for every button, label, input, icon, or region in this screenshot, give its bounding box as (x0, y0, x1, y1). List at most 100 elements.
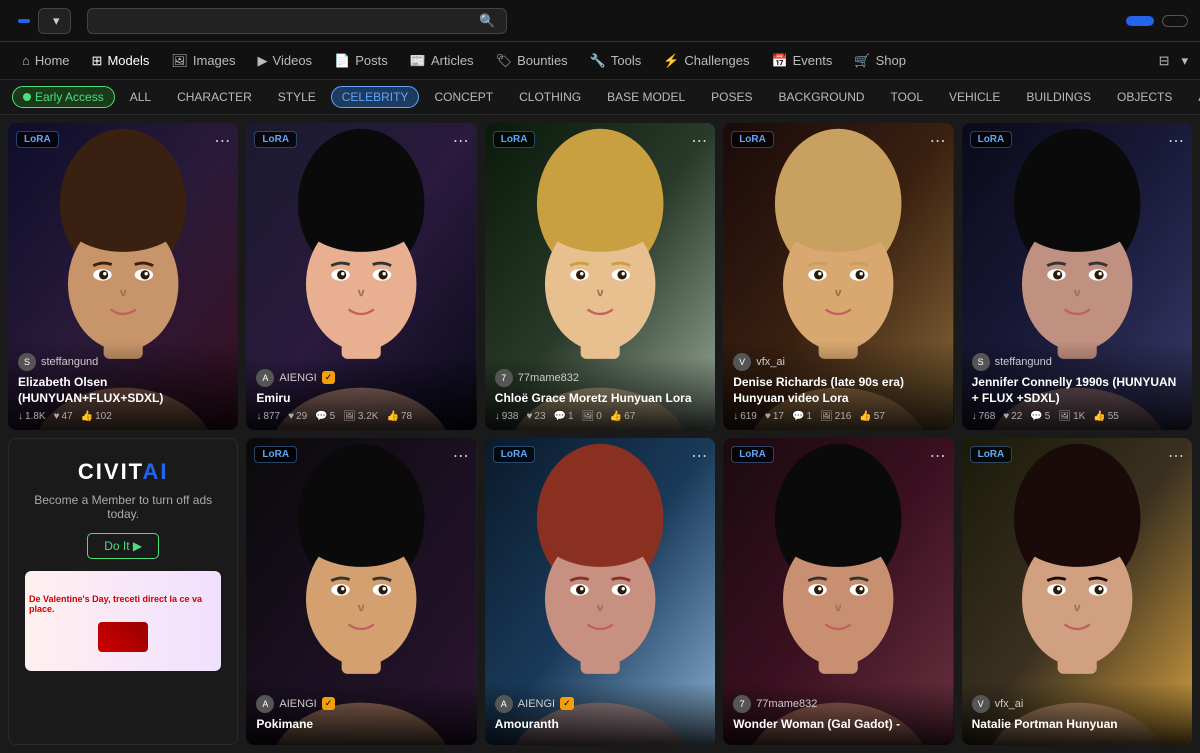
nav-item-articles[interactable]: 📰Articles (400, 49, 484, 73)
model-card-card-4[interactable]: LoRA ⋯ V vfx_ai Denise Richards (late 90… (723, 123, 953, 430)
model-card-card-5[interactable]: LoRA ⋯ S steffangund Jennifer Connelly 1… (962, 123, 1192, 430)
like-stat: ♥23 (526, 411, 545, 422)
events-icon: 📅 (771, 53, 787, 69)
card-author-card-6: A AIENGI ✓ (256, 695, 466, 713)
nav-item-images[interactable]: 🖼Images (161, 49, 245, 73)
card-menu-button[interactable]: ⋯ (691, 446, 707, 466)
card-bottom-card-4: V vfx_ai Denise Richards (late 90s era) … (723, 341, 953, 430)
filter-tag-concept[interactable]: CONCEPT (423, 86, 504, 108)
model-select-dropdown[interactable]: ▾ (38, 8, 71, 34)
card-menu-button[interactable]: ⋯ (691, 131, 707, 151)
logo[interactable] (12, 19, 30, 23)
tag-label-tool: TOOL (891, 90, 923, 104)
nav-item-models[interactable]: ⊞Models (82, 49, 160, 73)
tag-label-objects: OBJECTS (1117, 90, 1172, 104)
filter-tag-tool[interactable]: TOOL (880, 86, 934, 108)
card-bottom-card-8: 7 77mame832 Wonder Woman (Gal Gadot) - (723, 683, 953, 746)
card-lora-badge: LoRA (970, 446, 1013, 463)
model-card-card-2[interactable]: LoRA ⋯ A AIENGI ✓ Emiru ↓877 ♥29 💬5 🖼3.2… (246, 123, 476, 430)
card-author-card-3: 7 77mame832 (495, 369, 705, 387)
card-menu-button[interactable]: ⋯ (453, 131, 469, 151)
filter-tag-animal[interactable]: ANIMAL (1187, 86, 1200, 108)
search-icon[interactable]: 🔍 (479, 13, 495, 29)
filter-tag-background[interactable]: BACKGROUND (768, 86, 876, 108)
nav-item-videos[interactable]: ▶Videos (248, 49, 323, 73)
card-author-card-1: S steffangund (18, 353, 228, 371)
like-count: 17 (773, 411, 784, 422)
model-card-card-1[interactable]: LoRA ⋯ S steffangund Elizabeth Olsen (HU… (8, 123, 238, 430)
like-stat: ♥29 (288, 411, 307, 422)
like-icon: ♥ (54, 411, 60, 422)
filter-tag-early-access[interactable]: Early Access (12, 86, 115, 108)
verified-badge: ✓ (560, 697, 574, 710)
filter-tag-clothing[interactable]: CLOTHING (508, 86, 592, 108)
comment-stat: 💬1 (792, 411, 812, 422)
rating-count: 55 (1108, 411, 1119, 422)
nav-item-shop[interactable]: 🛒Shop (844, 49, 916, 73)
ad-do-it-button[interactable]: Do It ▶ (87, 533, 159, 559)
model-card-card-6[interactable]: LoRA ⋯ A AIENGI ✓ Pokimane (246, 438, 476, 745)
author-name: steffangund (995, 356, 1052, 368)
card-menu-button[interactable]: ⋯ (214, 131, 230, 151)
nav-label-posts: Posts (355, 53, 388, 68)
nav-item-tools[interactable]: 🔧Tools (580, 49, 652, 73)
card-bottom-card-1: S steffangund Elizabeth Olsen (HUNYUAN+F… (8, 341, 238, 430)
filter-tag-style[interactable]: STYLE (267, 86, 327, 108)
like-count: 29 (296, 411, 307, 422)
card-lora-badge: LoRA (254, 446, 297, 463)
author-avatar: V (972, 695, 990, 713)
thumbs-up-icon: 👍 (610, 411, 622, 422)
card-author-card-2: A AIENGI ✓ (256, 369, 466, 387)
search-input[interactable] (98, 13, 460, 28)
card-menu-button[interactable]: ⋯ (1168, 131, 1184, 151)
filter-tag-objects[interactable]: OBJECTS (1106, 86, 1183, 108)
author-name: vfx_ai (995, 698, 1024, 710)
rating-stat: 👍102 (81, 411, 112, 422)
model-card-card-8[interactable]: LoRA ⋯ 7 77mame832 Wonder Woman (Gal Gad… (723, 438, 953, 745)
filter-tag-character[interactable]: CHARACTER (166, 86, 263, 108)
download-icon: ↓ (495, 411, 500, 422)
sort-filter[interactable]: ⊟ ▾ (1159, 53, 1188, 69)
comment-icon: 💬 (792, 411, 804, 422)
card-menu-button[interactable]: ⋯ (453, 446, 469, 466)
nav-item-events[interactable]: 📅Events (761, 49, 842, 73)
filter-tag-buildings[interactable]: BUILDINGS (1015, 86, 1102, 108)
nav-label-bounties: Bounties (517, 53, 568, 68)
model-card-card-9[interactable]: LoRA ⋯ V vfx_ai Natalie Portman Hunyuan (962, 438, 1192, 745)
nav-label-shop: Shop (876, 53, 906, 68)
sign-in-button[interactable] (1162, 15, 1188, 27)
author-avatar: S (972, 353, 990, 371)
card-menu-button[interactable]: ⋯ (1168, 446, 1184, 466)
like-icon: ♥ (765, 411, 771, 422)
rating-count: 78 (401, 411, 412, 422)
create-button[interactable] (1126, 16, 1154, 26)
author-avatar: A (256, 695, 274, 713)
model-card-card-3[interactable]: LoRA ⋯ 7 77mame832 Chloë Grace Moretz Hu… (485, 123, 715, 430)
card-menu-button[interactable]: ⋯ (930, 131, 946, 151)
card-author-card-8: 7 77mame832 (733, 695, 943, 713)
model-card-card-7[interactable]: LoRA ⋯ A AIENGI ✓ Amouranth (485, 438, 715, 745)
comment-count: 1 (806, 411, 812, 422)
videos-icon: ▶ (258, 53, 268, 69)
card-bottom-card-6: A AIENGI ✓ Pokimane (246, 683, 476, 746)
verified-badge: ✓ (322, 697, 336, 710)
nav-item-home[interactable]: ⌂Home (12, 49, 80, 72)
like-stat: ♥47 (54, 411, 73, 422)
download-icon: ↓ (972, 411, 977, 422)
filter-tag-poses[interactable]: POSES (700, 86, 763, 108)
nav-item-posts[interactable]: 📄Posts (324, 49, 398, 73)
card-title: Denise Richards (late 90s era) Hunyuan v… (733, 375, 943, 406)
filter-tag-vehicle[interactable]: VEHICLE (938, 86, 1011, 108)
card-lora-badge: LoRA (493, 131, 536, 148)
ad-logo: CIVITAI (78, 459, 169, 485)
like-stat: ♥22 (1003, 411, 1022, 422)
card-menu-button[interactable]: ⋯ (930, 446, 946, 466)
author-avatar: A (495, 695, 513, 713)
card-lora-badge: LoRA (493, 446, 536, 463)
filter-tag-all[interactable]: ALL (119, 86, 162, 108)
nav-item-challenges[interactable]: ⚡Challenges (653, 49, 759, 73)
filter-tag-celebrity[interactable]: CELEBRITY (331, 86, 420, 108)
filter-tag-base-model[interactable]: BASE MODEL (596, 86, 696, 108)
nav-item-bounties[interactable]: 🏷Bounties (486, 49, 578, 73)
articles-icon: 📰 (410, 53, 426, 69)
